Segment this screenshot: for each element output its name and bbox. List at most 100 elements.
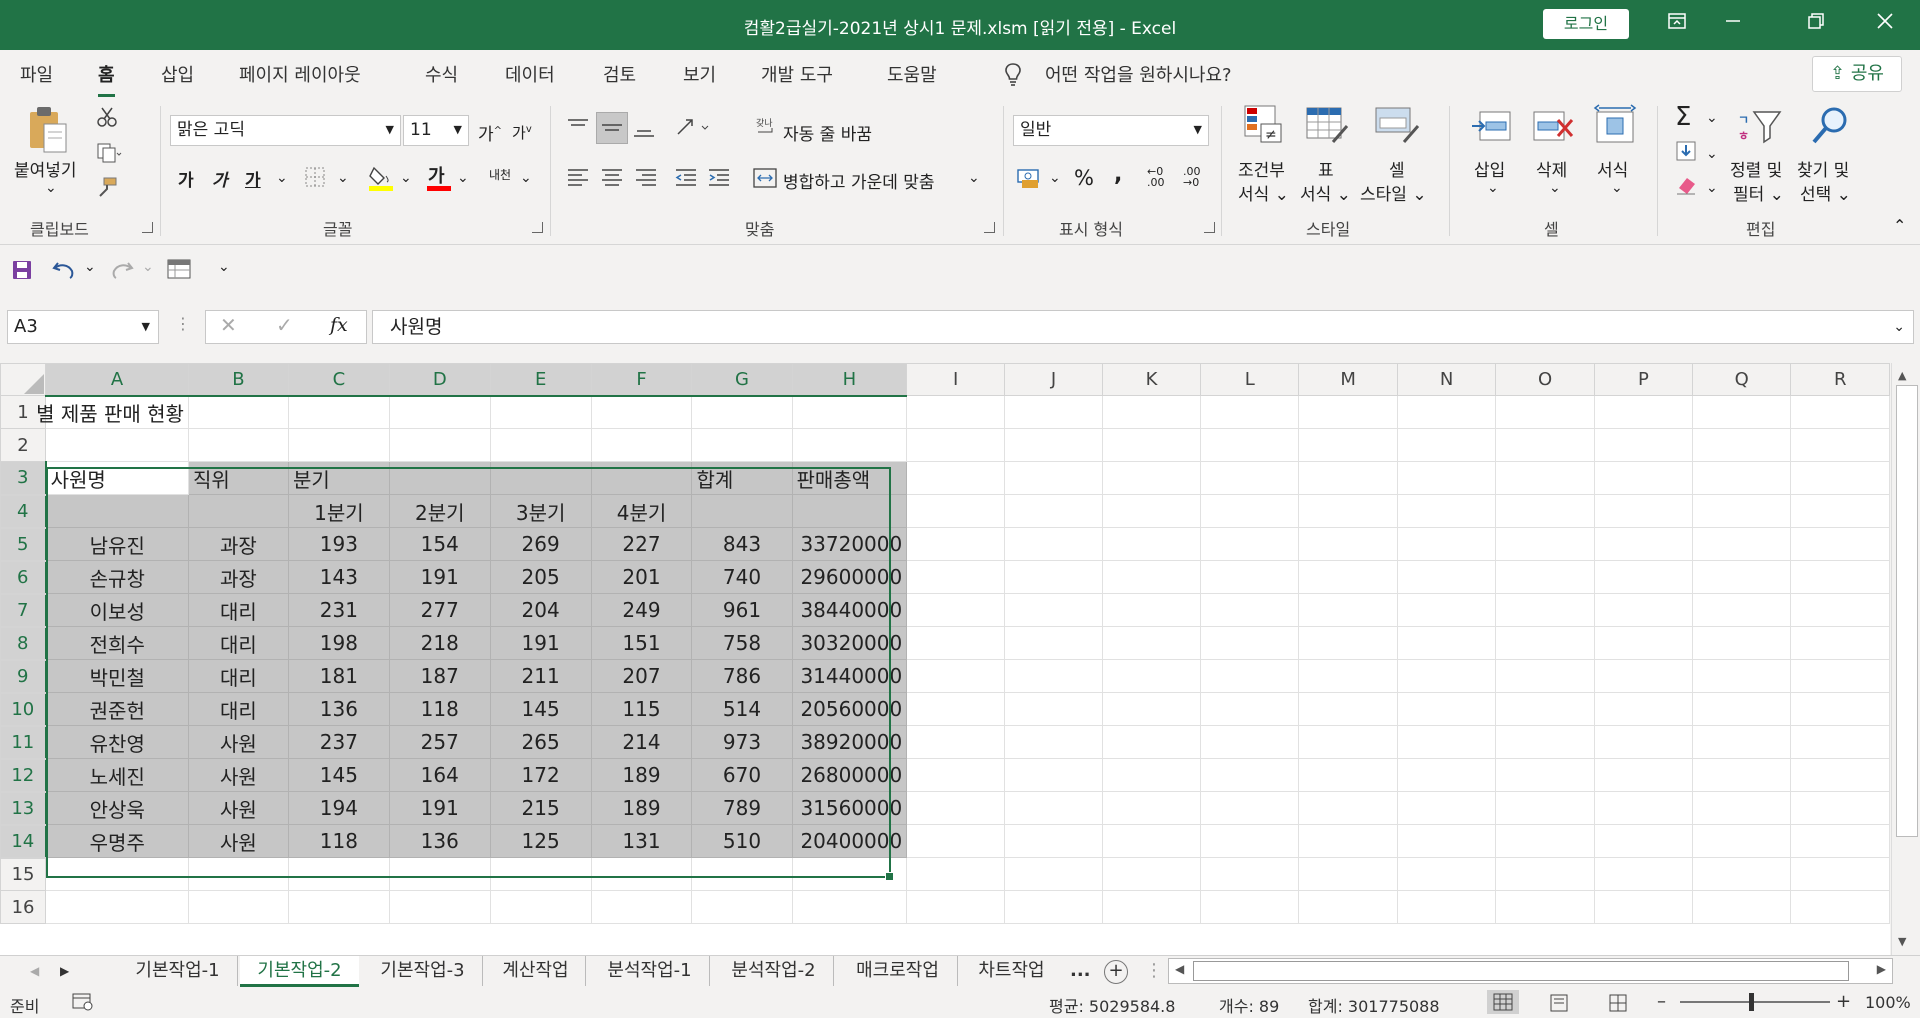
cell[interactable] [1004,857,1103,891]
cell[interactable] [1692,428,1792,462]
number-cell[interactable]: 786 [691,659,793,693]
number-cell[interactable]: 191 [489,626,592,660]
cell[interactable] [45,890,189,924]
column-header[interactable]: A [45,363,189,397]
text-cell[interactable]: 대리 [187,692,289,726]
row-header[interactable]: 7 [0,593,47,628]
cell[interactable] [1004,593,1103,627]
clipboard-launcher-icon[interactable] [142,222,153,233]
text-cell[interactable]: 사원 [187,725,289,759]
cell[interactable] [691,890,793,924]
cut-icon[interactable] [96,106,118,132]
number-cell[interactable]: 164 [388,758,491,792]
align-top-icon[interactable] [566,116,590,144]
cell[interactable] [1298,791,1398,825]
percent-button[interactable]: % [1074,166,1094,190]
tab-file[interactable]: 파일 [20,61,53,87]
number-cell[interactable]: 31560000 [791,791,908,825]
cell[interactable] [45,428,189,462]
vertical-scrollbar[interactable]: ▲ ▼ [1891,363,1920,955]
cell[interactable] [489,890,592,924]
number-cell[interactable]: 136 [388,824,491,858]
cell[interactable] [1004,626,1103,660]
align-bottom-icon[interactable] [632,116,656,144]
number-cell[interactable]: 204 [489,593,592,627]
number-cell[interactable]: 33720000 [791,527,908,561]
header-cell[interactable]: 합계 [691,461,793,495]
cell[interactable] [590,890,693,924]
find-select-button[interactable]: 선택 ⌄ [1800,180,1851,205]
cell[interactable] [1298,494,1398,528]
cell[interactable] [287,395,390,429]
cell[interactable] [1790,791,1890,825]
scroll-up-icon[interactable]: ▲ [1898,369,1906,382]
cell[interactable] [1101,461,1202,495]
cell[interactable] [1790,890,1890,924]
format-cells-icon[interactable] [1593,104,1637,150]
cell[interactable] [1396,758,1497,792]
cell[interactable] [1692,758,1792,792]
cell[interactable] [1298,692,1398,726]
autosum-dropdown-icon[interactable]: ⌄ [1706,110,1718,126]
cell[interactable] [388,890,491,924]
cell[interactable] [906,560,1006,594]
number-launcher-icon[interactable] [1204,222,1215,233]
autosum-icon[interactable]: Σ [1675,102,1691,132]
alignment-launcher-icon[interactable] [984,222,995,233]
column-header[interactable]: H [791,363,908,397]
align-right-icon[interactable] [634,166,658,194]
number-cell[interactable]: 136 [287,692,390,726]
scroll-tabs-right-icon[interactable]: ▶ [60,956,69,986]
increase-decimal-button[interactable]: ←0 .00 [1147,166,1173,188]
sort-filter-icon[interactable]: ㄱㅎ [1738,108,1784,148]
increase-indent-icon[interactable] [707,166,731,194]
cell[interactable] [1495,692,1595,726]
cell[interactable] [1495,428,1595,462]
sheet-tab-active[interactable]: 기본작업-2 [240,956,359,987]
cell[interactable] [1593,395,1694,429]
number-cell[interactable]: 201 [590,560,693,594]
cell[interactable] [1101,626,1202,660]
column-header[interactable]: G [691,363,793,397]
cell[interactable] [1396,560,1497,594]
font-name-select[interactable]: 맑은 고딕 ▼ [170,115,401,146]
insert-dropdown-icon[interactable]: ⌄ [1487,180,1499,196]
number-cell[interactable]: 961 [691,593,793,627]
cell[interactable] [1298,395,1398,429]
cell[interactable] [1101,824,1202,858]
cell[interactable] [1396,395,1497,429]
cell[interactable] [1790,395,1890,429]
text-cell[interactable]: 이보성 [45,593,189,627]
cell[interactable] [489,428,592,462]
enter-icon[interactable]: ✓ [276,313,293,337]
cell[interactable] [1593,824,1694,858]
number-cell[interactable]: 143 [287,560,390,594]
delete-cells-icon[interactable] [1532,106,1576,150]
cell[interactable] [691,857,793,891]
cell[interactable] [906,626,1006,660]
cell[interactable] [906,659,1006,693]
sheet-tab[interactable]: 계산작업 [486,956,586,986]
cell[interactable] [1004,890,1103,924]
column-header[interactable]: K [1101,363,1202,396]
cell[interactable] [1692,494,1792,528]
cell[interactable] [1790,824,1890,858]
cell[interactable] [1101,692,1202,726]
cell[interactable] [1495,659,1595,693]
fill-dropdown-icon[interactable]: ⌄ [1706,146,1718,162]
cell[interactable] [1101,527,1202,561]
cell[interactable] [1396,428,1497,462]
cell[interactable] [1692,890,1792,924]
border-dropdown-icon[interactable]: ⌄ [337,170,349,186]
number-cell[interactable]: 31440000 [791,659,908,693]
cell[interactable] [187,428,289,462]
cell[interactable] [906,890,1006,924]
accounting-dropdown-icon[interactable]: ⌄ [1049,170,1061,186]
text-cell[interactable]: 사원 [187,791,289,825]
grow-font-button[interactable]: 가^ [478,120,502,145]
number-cell[interactable]: 131 [590,824,693,858]
text-cell[interactable]: 대리 [187,659,289,693]
cell[interactable] [1298,428,1398,462]
fill-handle[interactable] [885,872,894,881]
cell[interactable] [906,692,1006,726]
